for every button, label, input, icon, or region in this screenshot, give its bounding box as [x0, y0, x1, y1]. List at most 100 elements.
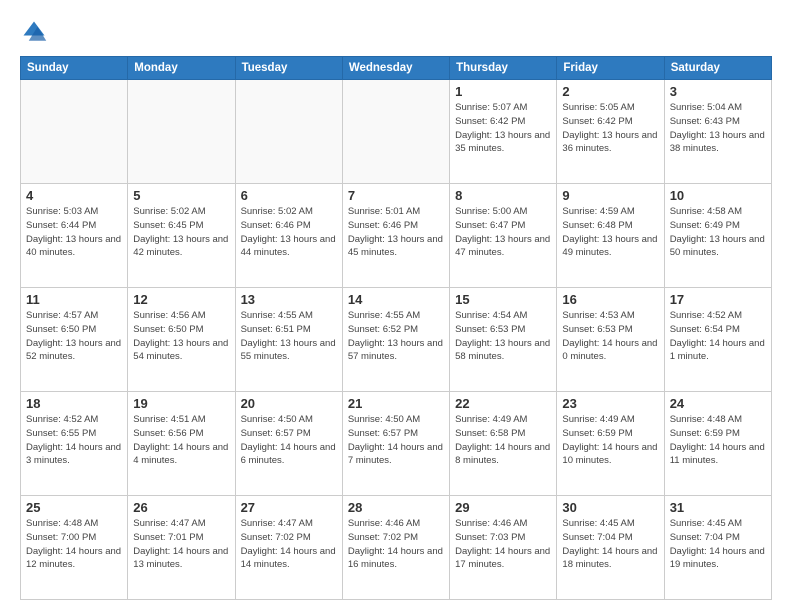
logo-icon	[20, 18, 48, 46]
calendar-cell: 11 Sunrise: 4:57 AMSunset: 6:50 PMDayligh…	[21, 288, 128, 392]
cell-day-number: 6	[241, 188, 337, 203]
cell-info: Sunrise: 4:57 AMSunset: 6:50 PMDaylight:…	[26, 309, 122, 364]
day-header-sunday: Sunday	[21, 57, 128, 80]
page: SundayMondayTuesdayWednesdayThursdayFrid…	[0, 0, 792, 612]
cell-day-number: 15	[455, 292, 551, 307]
calendar-cell: 27 Sunrise: 4:47 AMSunset: 7:02 PMDayligh…	[235, 496, 342, 600]
cell-day-number: 18	[26, 396, 122, 411]
calendar-cell: 8Sunrise: 5:00 AMSunset: 6:47 PMDaylight…	[450, 184, 557, 288]
cell-info: Sunrise: 4:53 AMSunset: 6:53 PMDaylight:…	[562, 309, 658, 364]
cell-day-number: 30	[562, 500, 658, 515]
cell-info: Sunrise: 4:46 AMSunset: 7:03 PMDaylight:…	[455, 517, 551, 572]
calendar-cell: 9 Sunrise: 4:59 AMSunset: 6:48 PMDaylight…	[557, 184, 664, 288]
cell-info: Sunrise: 4:48 AMSunset: 6:59 PMDaylight:…	[670, 413, 766, 468]
cell-day-number: 3	[670, 84, 766, 99]
cell-info: Sunrise: 4:50 AMSunset: 6:57 PMDaylight:…	[348, 413, 444, 468]
week-row-1: 4 Sunrise: 5:03 AMSunset: 6:44 PMDaylight…	[21, 184, 772, 288]
cell-day-number: 11	[26, 292, 122, 307]
calendar-cell	[128, 80, 235, 184]
cell-day-number: 13	[241, 292, 337, 307]
cell-info: Sunrise: 4:54 AMSunset: 6:53 PMDaylight:…	[455, 309, 551, 364]
calendar-body: 1 Sunrise: 5:07 AMSunset: 6:42 PMDaylight…	[21, 80, 772, 600]
cell-day-number: 9	[562, 188, 658, 203]
calendar-cell	[21, 80, 128, 184]
cell-info: Sunrise: 4:49 AMSunset: 6:59 PMDaylight:…	[562, 413, 658, 468]
cell-info: Sunrise: 4:45 AMSunset: 7:04 PMDaylight:…	[670, 517, 766, 572]
cell-info: Sunrise: 5:01 AMSunset: 6:46 PMDaylight:…	[348, 205, 444, 260]
cell-info: Sunrise: 5:02 AMSunset: 6:45 PMDaylight:…	[133, 205, 229, 260]
cell-day-number: 4	[26, 188, 122, 203]
calendar-cell	[235, 80, 342, 184]
cell-day-number: 28	[348, 500, 444, 515]
day-header-saturday: Saturday	[664, 57, 771, 80]
cell-info: Sunrise: 4:59 AMSunset: 6:48 PMDaylight:…	[562, 205, 658, 260]
cell-info: Sunrise: 4:47 AMSunset: 7:01 PMDaylight:…	[133, 517, 229, 572]
calendar-cell: 21Sunrise: 4:50 AMSunset: 6:57 PMDayligh…	[342, 392, 449, 496]
calendar-cell: 17 Sunrise: 4:52 AMSunset: 6:54 PMDayligh…	[664, 288, 771, 392]
calendar-table: SundayMondayTuesdayWednesdayThursdayFrid…	[20, 56, 772, 600]
cell-day-number: 2	[562, 84, 658, 99]
cell-day-number: 14	[348, 292, 444, 307]
calendar-cell: 25Sunrise: 4:48 AMSunset: 7:00 PMDayligh…	[21, 496, 128, 600]
day-header-friday: Friday	[557, 57, 664, 80]
calendar-cell: 1 Sunrise: 5:07 AMSunset: 6:42 PMDaylight…	[450, 80, 557, 184]
calendar-cell: 2 Sunrise: 5:05 AMSunset: 6:42 PMDaylight…	[557, 80, 664, 184]
day-header-thursday: Thursday	[450, 57, 557, 80]
cell-info: Sunrise: 5:07 AMSunset: 6:42 PMDaylight:…	[455, 101, 551, 156]
calendar-cell: 18 Sunrise: 4:52 AMSunset: 6:55 PMDayligh…	[21, 392, 128, 496]
week-row-3: 18 Sunrise: 4:52 AMSunset: 6:55 PMDayligh…	[21, 392, 772, 496]
cell-info: Sunrise: 4:55 AMSunset: 6:52 PMDaylight:…	[348, 309, 444, 364]
calendar-cell: 28Sunrise: 4:46 AMSunset: 7:02 PMDayligh…	[342, 496, 449, 600]
cell-info: Sunrise: 5:04 AMSunset: 6:43 PMDaylight:…	[670, 101, 766, 156]
week-row-0: 1 Sunrise: 5:07 AMSunset: 6:42 PMDaylight…	[21, 80, 772, 184]
cell-info: Sunrise: 4:58 AMSunset: 6:49 PMDaylight:…	[670, 205, 766, 260]
calendar-cell: 29 Sunrise: 4:46 AMSunset: 7:03 PMDayligh…	[450, 496, 557, 600]
calendar-cell: 24 Sunrise: 4:48 AMSunset: 6:59 PMDayligh…	[664, 392, 771, 496]
logo	[20, 18, 52, 46]
calendar-cell: 7Sunrise: 5:01 AMSunset: 6:46 PMDaylight…	[342, 184, 449, 288]
calendar-cell: 30 Sunrise: 4:45 AMSunset: 7:04 PMDayligh…	[557, 496, 664, 600]
day-header-tuesday: Tuesday	[235, 57, 342, 80]
cell-info: Sunrise: 5:03 AMSunset: 6:44 PMDaylight:…	[26, 205, 122, 260]
cell-info: Sunrise: 4:52 AMSunset: 6:55 PMDaylight:…	[26, 413, 122, 468]
cell-day-number: 17	[670, 292, 766, 307]
calendar-cell: 15 Sunrise: 4:54 AMSunset: 6:53 PMDayligh…	[450, 288, 557, 392]
cell-info: Sunrise: 4:56 AMSunset: 6:50 PMDaylight:…	[133, 309, 229, 364]
calendar-cell: 13Sunrise: 4:55 AMSunset: 6:51 PMDayligh…	[235, 288, 342, 392]
cell-day-number: 8	[455, 188, 551, 203]
cell-info: Sunrise: 4:49 AMSunset: 6:58 PMDaylight:…	[455, 413, 551, 468]
calendar-cell: 26 Sunrise: 4:47 AMSunset: 7:01 PMDayligh…	[128, 496, 235, 600]
cell-day-number: 27	[241, 500, 337, 515]
cell-day-number: 12	[133, 292, 229, 307]
cell-day-number: 25	[26, 500, 122, 515]
cell-day-number: 20	[241, 396, 337, 411]
cell-day-number: 24	[670, 396, 766, 411]
cell-info: Sunrise: 4:50 AMSunset: 6:57 PMDaylight:…	[241, 413, 337, 468]
calendar-cell	[342, 80, 449, 184]
cell-info: Sunrise: 5:05 AMSunset: 6:42 PMDaylight:…	[562, 101, 658, 156]
calendar-cell: 14 Sunrise: 4:55 AMSunset: 6:52 PMDayligh…	[342, 288, 449, 392]
cell-info: Sunrise: 4:47 AMSunset: 7:02 PMDaylight:…	[241, 517, 337, 572]
cell-info: Sunrise: 4:52 AMSunset: 6:54 PMDaylight:…	[670, 309, 766, 364]
week-row-2: 11 Sunrise: 4:57 AMSunset: 6:50 PMDayligh…	[21, 288, 772, 392]
cell-day-number: 19	[133, 396, 229, 411]
cell-day-number: 16	[562, 292, 658, 307]
cell-day-number: 26	[133, 500, 229, 515]
calendar-cell: 31Sunrise: 4:45 AMSunset: 7:04 PMDayligh…	[664, 496, 771, 600]
day-header-monday: Monday	[128, 57, 235, 80]
calendar-cell: 6Sunrise: 5:02 AMSunset: 6:46 PMDaylight…	[235, 184, 342, 288]
cell-day-number: 29	[455, 500, 551, 515]
calendar-cell: 19 Sunrise: 4:51 AMSunset: 6:56 PMDayligh…	[128, 392, 235, 496]
cell-day-number: 23	[562, 396, 658, 411]
cell-day-number: 1	[455, 84, 551, 99]
cell-day-number: 10	[670, 188, 766, 203]
calendar-cell: 22 Sunrise: 4:49 AMSunset: 6:58 PMDayligh…	[450, 392, 557, 496]
cell-info: Sunrise: 4:45 AMSunset: 7:04 PMDaylight:…	[562, 517, 658, 572]
cell-day-number: 22	[455, 396, 551, 411]
calendar-header: SundayMondayTuesdayWednesdayThursdayFrid…	[21, 57, 772, 80]
cell-info: Sunrise: 4:51 AMSunset: 6:56 PMDaylight:…	[133, 413, 229, 468]
calendar-cell: 3 Sunrise: 5:04 AMSunset: 6:43 PMDaylight…	[664, 80, 771, 184]
calendar-cell: 23 Sunrise: 4:49 AMSunset: 6:59 PMDayligh…	[557, 392, 664, 496]
calendar-cell: 20 Sunrise: 4:50 AMSunset: 6:57 PMDayligh…	[235, 392, 342, 496]
calendar-cell: 16 Sunrise: 4:53 AMSunset: 6:53 PMDayligh…	[557, 288, 664, 392]
